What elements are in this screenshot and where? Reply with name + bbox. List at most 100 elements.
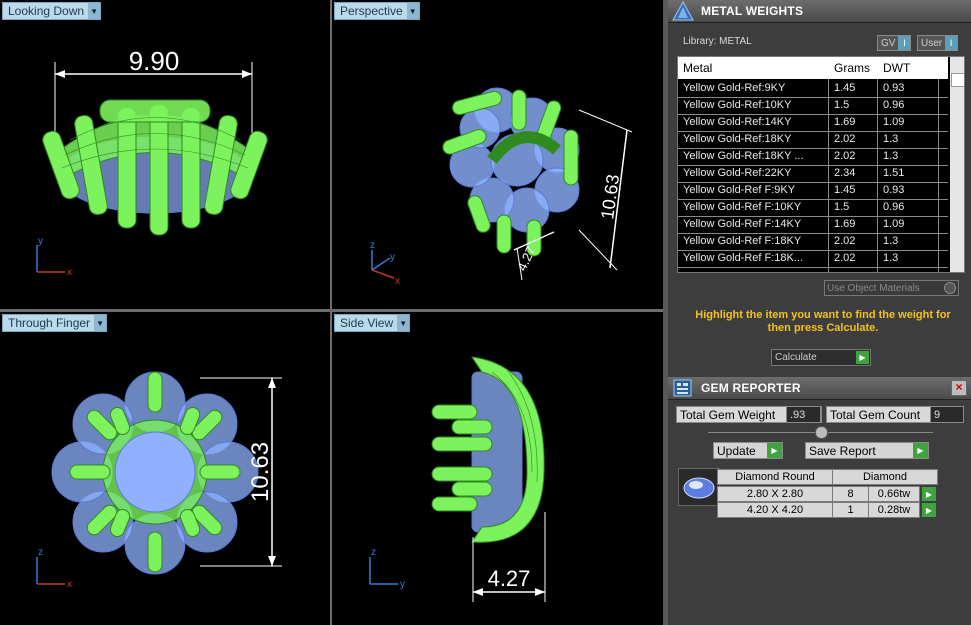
save-report-button[interactable]: Save Report ▶ [805, 442, 929, 459]
play-arrow-icon: ▶ [856, 351, 869, 364]
axis-label: z [370, 240, 375, 251]
viewport-label-through-finger[interactable]: Through Finger ▼ [2, 314, 108, 332]
viewport-label-perspective[interactable]: Perspective ▼ [334, 2, 420, 20]
dwt-cell: 1.51 [883, 167, 905, 179]
dwt-cell: 1.3 [883, 150, 899, 162]
table-row[interactable]: Yellow Gold-Ref:18KY ... 2.02 1.3 [678, 149, 948, 166]
table-row[interactable]: Yellow Gold-Ref F:10KY 1.5 0.96 [678, 200, 948, 217]
ring-wireframe-perspective: 10.63 4.27 z y x [370, 87, 633, 287]
dwt-cell: 1.3 [883, 133, 899, 145]
metal-weights-titlebar[interactable]: METAL WEIGHTS [668, 0, 971, 23]
gem-type-header: Diamond [832, 469, 938, 485]
toggle-switch-icon: I [898, 36, 911, 50]
gem-size-cell: 4.20 X 4.20 [717, 502, 833, 518]
gem-reporter-titlebar[interactable]: GEM REPORTER × [668, 377, 971, 400]
gem-size-cell: 2.80 X 2.80 [717, 486, 833, 502]
close-icon[interactable]: × [951, 380, 967, 396]
axis-label: y [400, 579, 405, 590]
viewport-label-side-view[interactable]: Side View ▼ [334, 314, 411, 332]
toggle-label: Use Object Materials [827, 282, 920, 294]
table-row[interactable]: Yellow Gold-Ref:22KY 2.34 1.51 [678, 166, 948, 183]
ring-wireframe-top: 9.90 y x [36, 46, 268, 278]
grams-cell: 1.5 [834, 201, 850, 213]
grams-cell: 1.45 [834, 184, 856, 196]
table-row[interactable]: Yellow Gold-Ref:10KY 1.5 0.96 [678, 98, 948, 115]
axis-label: z [38, 547, 43, 558]
viewport-label-text: Through Finger [8, 316, 91, 330]
dwt-cell: 1.3 [883, 235, 899, 247]
grams-cell: 1.69 [834, 218, 856, 230]
gem-row-arrow-icon[interactable]: ▶ [922, 503, 936, 517]
scrollbar-thumb[interactable] [951, 73, 964, 87]
gem-weight-cell: 0.66tw [868, 486, 920, 502]
column-divider [828, 79, 829, 272]
viewport-splitter-vertical[interactable] [330, 0, 332, 625]
grams-cell: 1.69 [834, 116, 856, 128]
viewport-perspective[interactable]: Perspective ▼ 10.63 4.27 z y x [332, 0, 663, 309]
dwt-cell: 0.93 [883, 82, 905, 94]
calculate-button[interactable]: Calculate ▶ [771, 349, 871, 366]
viewport-label-looking-down[interactable]: Looking Down ▼ [2, 2, 102, 20]
column-header-metal[interactable]: Metal [683, 61, 712, 75]
viewport-label-text: Looking Down [8, 4, 85, 18]
viewport-label-text: Side View [340, 316, 394, 330]
metal-name-cell: Yellow Gold-Ref:9KY [683, 82, 786, 94]
table-row[interactable]: Yellow Gold-Ref F:14KY 1.69 1.09 [678, 217, 948, 234]
chevron-down-icon[interactable]: ▼ [397, 315, 410, 331]
gv-toggle[interactable]: GV I [877, 35, 912, 51]
column-divider [877, 79, 878, 272]
table-row[interactable]: Yellow Gold-Ref F:9KY 1.45 0.93 [678, 183, 948, 200]
axis-label: y [390, 252, 395, 263]
update-button[interactable]: Update ▶ [713, 442, 783, 459]
dimension-label: 9.90 [129, 46, 180, 76]
metal-table-header: Metal Grams DWT [678, 57, 948, 79]
viewport-side-view[interactable]: Side View ▼ 4.27 z y [332, 312, 663, 625]
ring-wireframe-front: 10.63 z x [36, 371, 282, 590]
table-row[interactable]: Yellow Gold-Ref F:18KY 2.02 1.3 [678, 234, 948, 251]
axis-label: z [371, 547, 376, 558]
ring-wireframe-side: 4.27 z y [369, 356, 546, 602]
column-header-dwt[interactable]: DWT [883, 61, 910, 75]
column-header-grams[interactable]: Grams [834, 61, 870, 75]
radio-icon [944, 282, 956, 294]
metal-name-cell: Yellow Gold-Ref:10KY [683, 99, 792, 111]
grams-cell: 2.34 [834, 167, 856, 179]
use-object-materials-toggle[interactable]: Use Object Materials [824, 280, 959, 296]
chevron-down-icon[interactable]: ▼ [88, 3, 101, 19]
table-row[interactable]: Yellow Gold-Ref:18KY 2.02 1.3 [678, 132, 948, 149]
metal-name-cell: Yellow Gold-Ref F:18K... [683, 252, 804, 264]
table-row[interactable]: Yellow Gold-Ref:14KY 1.69 1.09 [678, 115, 948, 132]
button-label: Save Report [809, 443, 876, 458]
play-arrow-icon: ▶ [913, 443, 928, 458]
calculate-hint: Highlight the item you want to find the … [695, 309, 951, 334]
user-toggle[interactable]: User I [917, 35, 959, 51]
viewport-through-finger[interactable]: Through Finger ▼ 10.63 z x [0, 312, 330, 625]
metal-name-cell: Yellow Gold-Ref:18KY [683, 133, 792, 145]
viewport-looking-down[interactable]: Looking Down ▼ 9.90 y x [0, 0, 330, 309]
metal-table[interactable]: Metal Grams DWT Yellow Gold-Ref:9KY 1.45 0… [677, 56, 965, 273]
viewport-splitter-horizontal[interactable] [0, 309, 663, 312]
metal-name-cell: Yellow Gold-Ref F:10KY [683, 201, 802, 213]
panel-title: METAL WEIGHTS [701, 4, 804, 18]
dwt-cell: 1.3 [883, 252, 899, 264]
gem-count-cell: 8 [832, 486, 869, 502]
metal-weights-icon [672, 1, 694, 21]
gem-row-arrow-icon[interactable]: ▶ [922, 487, 936, 501]
metal-table-scrollbar[interactable] [950, 57, 964, 272]
grams-cell: 2.02 [834, 133, 856, 145]
dimension-label: 4.27 [488, 566, 531, 591]
total-gem-count-value: 9 [930, 406, 964, 423]
table-row[interactable]: Yellow Gold-Ref F:18K... 2.02 1.3 [678, 251, 948, 268]
toggle-label: User [921, 37, 943, 49]
chevron-down-icon[interactable]: ▼ [94, 315, 107, 331]
dimension-label: 10.63 [247, 442, 274, 502]
grams-cell: 2.02 [834, 235, 856, 247]
metal-name-cell: Yellow Gold-Ref:14KY [683, 116, 792, 128]
grams-cell: 1.45 [834, 82, 856, 94]
gem-thumbnail [678, 468, 720, 506]
toggle-label: GV [881, 37, 896, 49]
table-row[interactable]: Yellow Gold-Ref:9KY 1.45 0.93 [678, 81, 948, 98]
chevron-down-icon[interactable]: ▼ [406, 3, 419, 19]
slider-handle[interactable] [815, 426, 828, 439]
diamond-icon [683, 477, 715, 499]
